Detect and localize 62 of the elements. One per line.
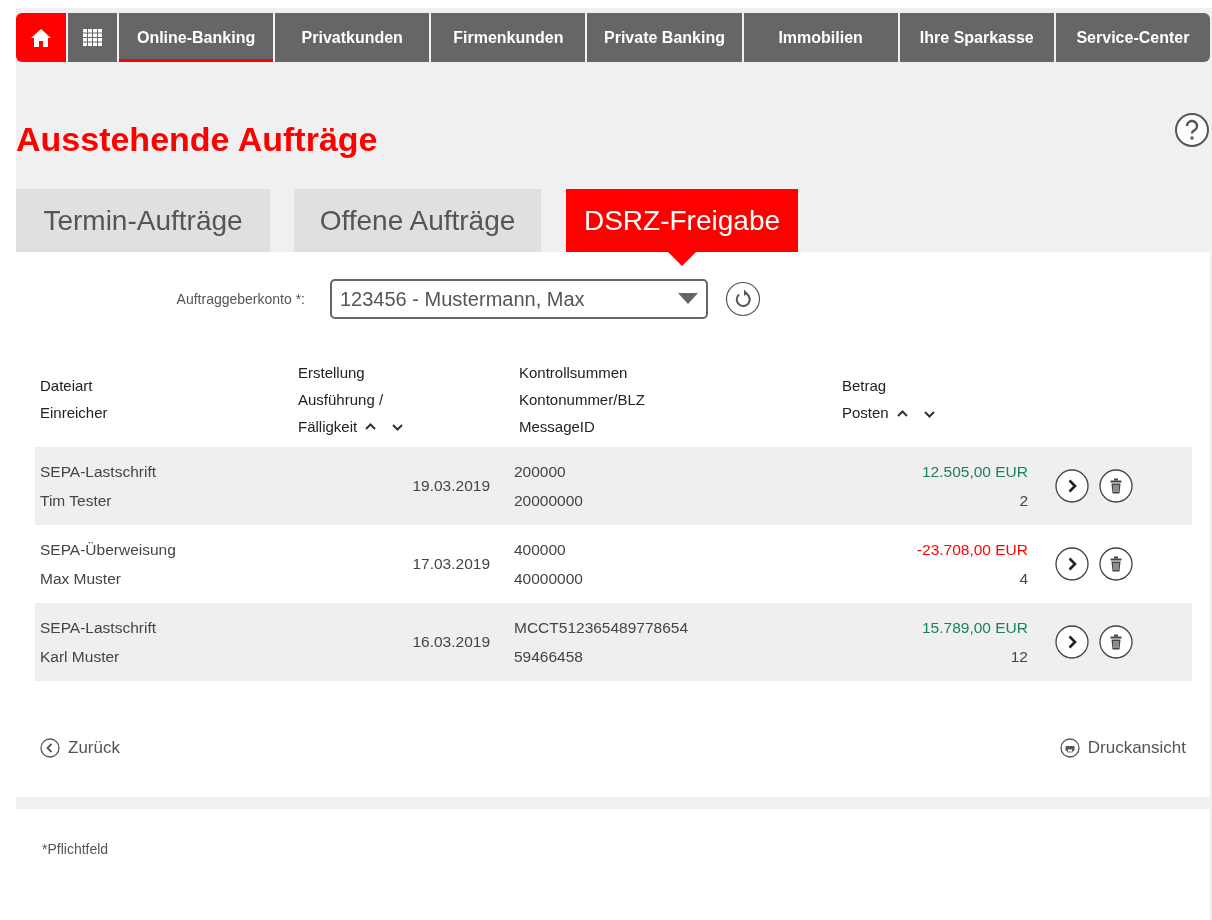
table-cell-text: 59466458 (514, 647, 583, 667)
table-cell-text: Max Muster (40, 569, 121, 589)
print-link[interactable]: Druckansicht (1059, 735, 1186, 761)
table-cell-text: 19.03.2019 (412, 476, 490, 497)
trash-icon[interactable] (1099, 625, 1133, 659)
chevron-right-icon[interactable] (1055, 547, 1089, 581)
column-header: Ausführung / (298, 389, 384, 410)
table-cell-text: 400000 (514, 539, 566, 560)
nav-tab[interactable]: Private Banking (587, 13, 742, 62)
column-header: MessageID (519, 416, 595, 437)
table-cell-text: SEPA-Lastschrift (40, 617, 156, 638)
table-cell-text: 200000 (514, 461, 566, 482)
apps-button[interactable] (68, 13, 117, 62)
column-header: Betrag (842, 376, 887, 397)
table-cell-text: Tim Tester (40, 491, 112, 511)
required-field-note: *Pflichtfeld (42, 841, 109, 857)
chevron-right-icon[interactable] (1055, 469, 1089, 503)
chevron-left-icon (40, 737, 60, 758)
refresh-icon[interactable] (725, 281, 761, 317)
nav-tab[interactable]: Firmenkunden (431, 13, 586, 62)
column-header: Kontrollsummen (519, 362, 628, 383)
table-cell-text: MCCT512365489778654 (514, 617, 689, 638)
column-header: Fälligkeit (298, 416, 358, 437)
column-header: Erstellung (298, 362, 365, 383)
help-icon[interactable] (1174, 112, 1210, 148)
table-cell-text: 2 (1019, 491, 1028, 511)
nav-tab[interactable]: Ihre Sparkasse (899, 13, 1054, 62)
tab[interactable]: Offene Aufträge (294, 189, 541, 252)
nav-tab[interactable]: Service-Center (1055, 13, 1210, 62)
tab[interactable]: DSRZ-Freigabe (566, 189, 798, 252)
column-header: Dateiart (40, 376, 93, 397)
table-cell-text: 15.789,00 EUR (922, 617, 1028, 638)
table-cell-text: 40000000 (514, 569, 583, 589)
table-cell-text: 12.505,00 EUR (922, 461, 1028, 482)
trash-icon[interactable] (1099, 469, 1133, 503)
nav-tab[interactable]: Privatkunden (275, 13, 430, 62)
table-cell-text: -23.708,00 EUR (916, 539, 1028, 560)
table-cell-text: 20000000 (514, 491, 583, 511)
back-link[interactable]: Zurück (40, 735, 120, 761)
account-dropdown[interactable]: 123456 - Mustermann, Max (330, 279, 708, 319)
printer-icon (1059, 737, 1080, 758)
home-icon (30, 27, 52, 48)
table-cell-text: 16.03.2019 (412, 632, 490, 653)
table-cell-text: 4 (1019, 569, 1028, 589)
column-header: Einreicher (40, 403, 108, 424)
table-cell-text: SEPA-Lastschrift (40, 461, 156, 482)
home-button[interactable] (16, 13, 66, 62)
table-cell-text: SEPA-Überweisung (40, 539, 176, 560)
page-title: Ausstehende Aufträge (16, 122, 378, 156)
table-cell-text: 12 (1010, 647, 1028, 667)
grid-icon (82, 28, 103, 47)
column-header: Kontonummer/BLZ (519, 389, 645, 410)
table-cell-text: Karl Muster (40, 647, 120, 667)
chevron-right-icon[interactable] (1055, 625, 1089, 659)
table-cell-text: 17.03.2019 (412, 554, 490, 575)
column-header: Posten (842, 403, 889, 424)
dropdown-caret-icon (678, 293, 698, 305)
trash-icon[interactable] (1099, 547, 1133, 581)
nav-tab[interactable]: Immobilien (743, 13, 898, 62)
nav-tab[interactable]: Online-Banking (119, 13, 274, 62)
field-label: Auftraggeberkonto *: (175, 289, 306, 309)
tab[interactable]: Termin-Aufträge (16, 189, 270, 252)
